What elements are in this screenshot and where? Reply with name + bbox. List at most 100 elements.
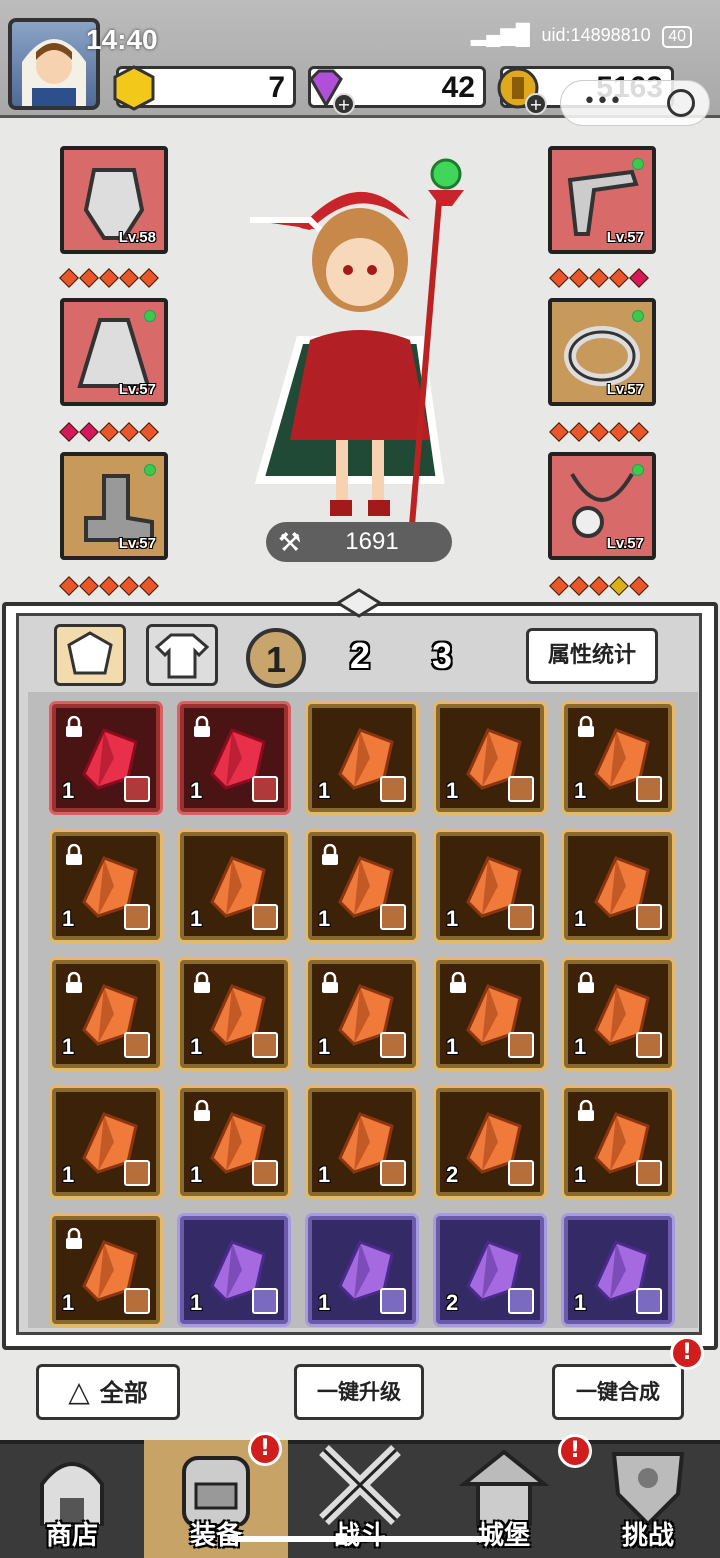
gem-slot[interactable]: 1 bbox=[52, 832, 160, 940]
upgrade-all-button[interactable]: 一键升级 bbox=[294, 1364, 424, 1420]
helmet-slot-badge-icon bbox=[124, 1160, 150, 1186]
gem-slot[interactable]: 1 bbox=[180, 832, 288, 940]
equip-slot-helmet[interactable]: Lv.58 bbox=[60, 146, 168, 254]
gem-slot[interactable]: 1 bbox=[564, 704, 672, 812]
gem-slot[interactable]: 1 bbox=[436, 960, 544, 1068]
gem-slot[interactable]: 1 bbox=[308, 704, 416, 812]
tab-costume[interactable] bbox=[146, 624, 218, 686]
star-diamond-icon bbox=[569, 576, 589, 596]
gem-slot[interactable]: 1 bbox=[180, 704, 288, 812]
gem-slot[interactable]: 1 bbox=[308, 960, 416, 1068]
add-diamond-button[interactable]: + bbox=[333, 93, 355, 115]
tab-loadout-1[interactable]: 1 bbox=[246, 628, 306, 688]
star-diamond-icon bbox=[119, 422, 139, 442]
lock-icon bbox=[66, 716, 82, 737]
status-time: 14:40 bbox=[86, 24, 158, 55]
tab-loadout-3[interactable]: 3 bbox=[412, 628, 472, 688]
weapon-slot-badge-icon bbox=[636, 904, 662, 930]
star-diamond-icon bbox=[99, 268, 119, 288]
tab-loadout-2[interactable]: 2 bbox=[330, 628, 390, 688]
ring-slot-badge-icon bbox=[508, 776, 534, 802]
weapon-slot-badge-icon bbox=[252, 1032, 278, 1058]
gem-slot[interactable]: 1 bbox=[308, 1088, 416, 1196]
star-diamond-icon bbox=[59, 268, 79, 288]
gem-slot[interactable]: 1 bbox=[52, 1088, 160, 1196]
add-coin-button[interactable]: + bbox=[525, 93, 547, 115]
nav-shop[interactable]: 商店 bbox=[0, 1440, 144, 1558]
gem-slot[interactable]: 2 bbox=[436, 1088, 544, 1196]
gem-slot[interactable]: 1 bbox=[180, 1088, 288, 1196]
upgrade-available-dot bbox=[632, 158, 644, 170]
gem-slot[interactable]: 1 bbox=[52, 1216, 160, 1324]
equip-slot-boots[interactable]: Lv.57 bbox=[60, 452, 168, 560]
gem-slot[interactable]: 1 bbox=[308, 832, 416, 940]
weapon-slot-badge-icon bbox=[124, 1032, 150, 1058]
gem-slot[interactable]: 1 bbox=[564, 1216, 672, 1324]
gem-slot[interactable]: 1 bbox=[180, 1216, 288, 1324]
lock-icon bbox=[66, 1228, 82, 1249]
star-diamond-icon bbox=[59, 576, 79, 596]
equip-slot-cape[interactable]: Lv.57 bbox=[60, 298, 168, 406]
equip-slot-necklace[interactable]: Lv.57 bbox=[548, 452, 656, 560]
equip-level: Lv.57 bbox=[606, 229, 644, 246]
star-diamond-icon bbox=[589, 422, 609, 442]
star-diamond-icon bbox=[609, 422, 629, 442]
equip-slot-ring[interactable]: Lv.57 bbox=[548, 298, 656, 406]
gem-slot[interactable]: 1 bbox=[436, 704, 544, 812]
cape-star-diamonds bbox=[59, 422, 159, 442]
stats-button[interactable]: 属性统计 bbox=[526, 628, 658, 684]
lock-icon bbox=[194, 1100, 210, 1121]
gem-count: 1 bbox=[318, 778, 331, 803]
nav-label: 城堡 bbox=[477, 1521, 530, 1551]
currency-gold-hex: 7 bbox=[113, 65, 296, 111]
gem-count: 1 bbox=[574, 1034, 587, 1059]
star-diamond-icon bbox=[629, 268, 649, 288]
necklace-star-diamonds bbox=[549, 576, 649, 596]
gem-slot[interactable]: 1 bbox=[52, 704, 160, 812]
star-diamond-icon bbox=[589, 576, 609, 596]
star-diamond-icon bbox=[629, 422, 649, 442]
star-diamond-icon bbox=[549, 576, 569, 596]
more-icon[interactable]: ••• bbox=[583, 89, 622, 114]
gem-count: 1 bbox=[190, 1162, 203, 1187]
gem-slot[interactable]: 1 bbox=[180, 960, 288, 1068]
character-portrait[interactable] bbox=[240, 150, 480, 530]
merge-alert-badge: ! bbox=[670, 1336, 704, 1370]
boots-slot-badge-icon bbox=[380, 904, 406, 930]
necklace-slot-badge-icon bbox=[636, 1160, 662, 1186]
necklace-slot-badge-icon bbox=[508, 1160, 534, 1186]
gem-count: 1 bbox=[190, 1290, 203, 1315]
nav-challenge[interactable]: 挑战 bbox=[576, 1440, 720, 1558]
gem-slot[interactable]: 1 bbox=[436, 832, 544, 940]
star-diamond-icon bbox=[549, 422, 569, 442]
gem-count: 1 bbox=[574, 778, 587, 803]
tab-gems[interactable] bbox=[54, 624, 126, 686]
gem-slot[interactable]: 1 bbox=[564, 1088, 672, 1196]
weapon-star-diamonds bbox=[549, 268, 649, 288]
weapon-slot-badge-icon bbox=[380, 1032, 406, 1058]
close-circle-icon[interactable] bbox=[667, 89, 695, 117]
gem-count: 1 bbox=[318, 906, 331, 931]
upgrade-available-dot bbox=[632, 464, 644, 476]
lock-icon bbox=[578, 972, 594, 993]
gem-slot[interactable]: 1 bbox=[564, 832, 672, 940]
equip-slot-weapon[interactable]: Lv.57 bbox=[548, 146, 656, 254]
gem-slot[interactable]: 1 bbox=[308, 1216, 416, 1324]
star-diamond-icon bbox=[609, 268, 629, 288]
gem-slot[interactable]: 1 bbox=[564, 960, 672, 1068]
cape-slot-badge-icon bbox=[124, 904, 150, 930]
gem-outline-icon bbox=[67, 631, 113, 675]
boots-slot-badge-icon bbox=[508, 904, 534, 930]
nav-label: 商店 bbox=[45, 1521, 98, 1551]
mini-program-capsule[interactable]: ••• bbox=[560, 80, 710, 126]
cape-slot-badge-icon bbox=[252, 904, 278, 930]
star-diamond-icon bbox=[79, 268, 99, 288]
gem-count: 1 bbox=[62, 1290, 75, 1315]
lock-icon bbox=[450, 972, 466, 993]
filter-all-button[interactable]: △ 全部 bbox=[36, 1364, 180, 1420]
merge-all-button[interactable]: 一键合成 bbox=[552, 1364, 684, 1420]
gem-slot[interactable]: 1 bbox=[52, 960, 160, 1068]
nav-label: 挑战 bbox=[621, 1521, 674, 1551]
helmet-slot-badge-icon bbox=[636, 1032, 662, 1058]
gem-slot[interactable]: 2 bbox=[436, 1216, 544, 1324]
